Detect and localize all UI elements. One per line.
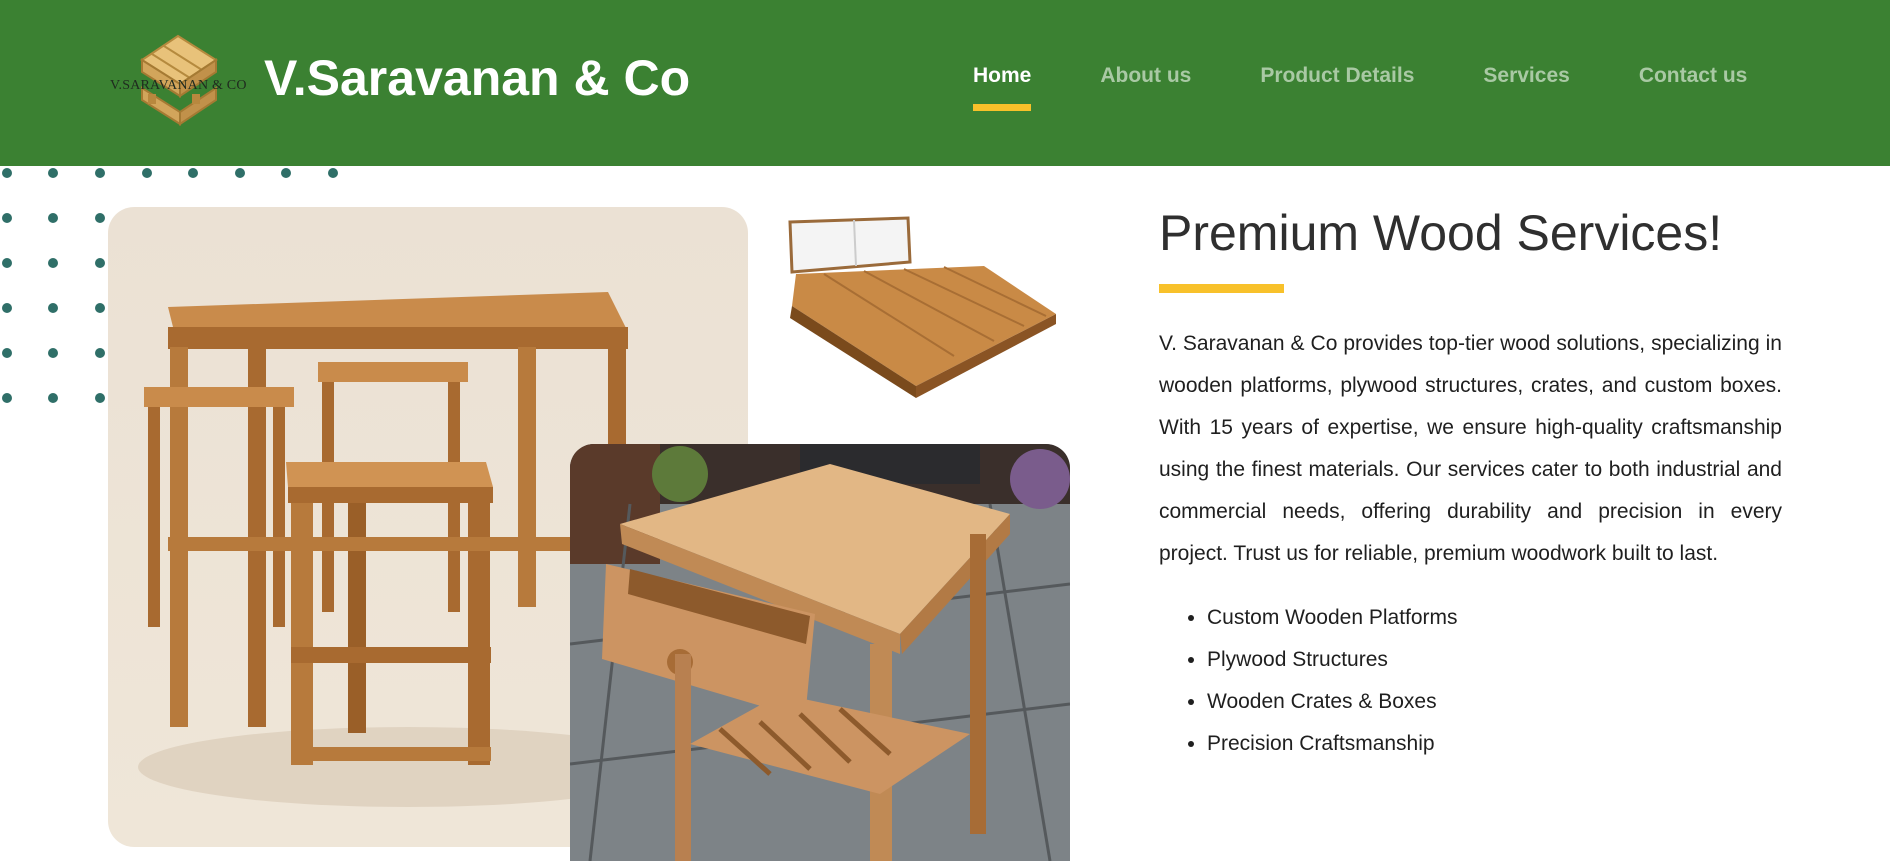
list-item: Wooden Crates & Boxes: [1207, 681, 1782, 723]
nav-services[interactable]: Services: [1483, 64, 1569, 88]
services-section: Premium Wood Services! V. Saravanan & Co…: [1159, 204, 1782, 765]
wooden-side-table-photo: [570, 444, 1070, 861]
brand[interactable]: V.SARAVANAN & CO V.Saravanan & Co: [108, 28, 690, 128]
list-item: Custom Wooden Platforms: [1207, 597, 1782, 639]
intro-paragraph: V. Saravanan & Co provides top-tier wood…: [1159, 332, 1782, 565]
heading-underline: [1159, 284, 1284, 293]
page-heading: Premium Wood Services!: [1159, 205, 1723, 261]
company-logo[interactable]: V.SARAVANAN & CO: [108, 28, 258, 128]
nav-contact-us[interactable]: Contact us: [1639, 64, 1748, 88]
feature-list: Custom Wooden Platforms Plywood Structur…: [1159, 597, 1782, 765]
nav-home[interactable]: Home: [973, 64, 1032, 111]
nav-product-details[interactable]: Product Details: [1260, 64, 1414, 88]
list-item: Precision Craftsmanship: [1207, 723, 1782, 765]
wooden-bed-platform-photo: [784, 216, 1060, 398]
logo-text: V.SARAVANAN & CO: [110, 78, 247, 93]
site-title[interactable]: V.Saravanan & Co: [264, 49, 690, 107]
nav-about-us[interactable]: About us: [1100, 64, 1191, 88]
site-header: V.SARAVANAN & CO V.Saravanan & Co Home A…: [0, 0, 1890, 166]
main-nav: Home About us Product Details Services C…: [973, 64, 1816, 111]
list-item: Plywood Structures: [1207, 639, 1782, 681]
